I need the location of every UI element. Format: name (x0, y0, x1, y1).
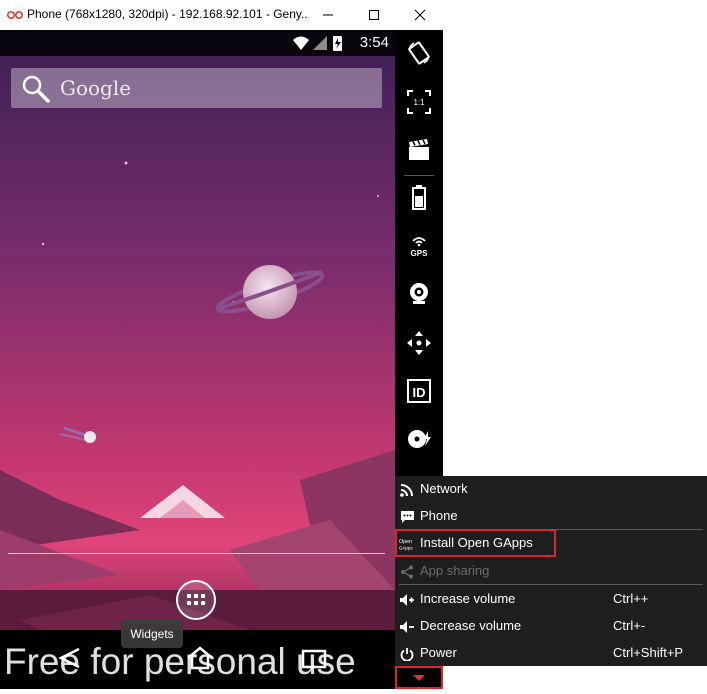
search-icon (22, 75, 50, 103)
collapse-button-highlight (395, 666, 443, 689)
remote-control-icon (407, 331, 431, 355)
pixel-perfect-icon: 1:1 (407, 90, 431, 114)
wifi-icon (399, 482, 415, 498)
search-placeholder: Google (60, 76, 132, 100)
volume-down-icon (399, 619, 415, 635)
identifiers-button[interactable]: ID (395, 371, 443, 411)
menu-item-decrease-volume[interactable]: Decrease volume Ctrl+- (395, 613, 707, 640)
google-search-bar[interactable]: Google (11, 68, 382, 108)
screencast-icon (409, 139, 429, 160)
status-icons (293, 36, 342, 51)
menu-item-power[interactable]: Power Ctrl+Shift+P (395, 640, 707, 667)
minimize-button[interactable] (305, 0, 351, 30)
disk-io-button[interactable] (395, 419, 443, 459)
window-title-bar: Phone (768x1280, 320dpi) - 192.168.92.10… (0, 0, 443, 31)
menu-item-app-sharing: App sharing (395, 558, 707, 585)
menu-label: App sharing (420, 563, 490, 578)
menu-label: Power (420, 645, 457, 660)
app-drawer-button[interactable] (175, 579, 217, 621)
genymotion-logo-icon (6, 10, 24, 20)
battery-icon (412, 185, 426, 210)
minimize-icon (323, 14, 333, 16)
gps-button[interactable]: GPS (395, 226, 443, 266)
menu-shortcut: Ctrl++ (613, 591, 649, 606)
close-button[interactable] (397, 0, 443, 30)
status-time: 3:54 (359, 34, 389, 51)
window-title: Phone (768x1280, 320dpi) - 192.168.92.10… (27, 7, 309, 21)
dock-divider (8, 553, 385, 554)
watermark-text: Free for personal use (4, 641, 356, 682)
menu-shortcut: Ctrl+- (613, 618, 646, 633)
close-icon (414, 9, 426, 21)
phone-sms-icon (399, 509, 415, 525)
volume-up-icon (399, 592, 415, 608)
genymotion-toolbar: 1:1 GPS ID (395, 30, 443, 476)
menu-label: Increase volume (420, 591, 516, 606)
remote-control-button[interactable] (395, 323, 443, 363)
rotate-icon (408, 41, 430, 65)
device-screen[interactable]: 3:54 Google (0, 30, 395, 689)
menu-label: Phone (420, 508, 458, 523)
cell-signal-icon (313, 36, 327, 50)
rotate-button[interactable] (395, 33, 443, 73)
menu-label: Decrease volume (420, 618, 522, 633)
menu-item-increase-volume[interactable]: Increase volume Ctrl++ (395, 586, 707, 613)
camera-icon (410, 283, 428, 304)
install-open-gapps-highlight (395, 529, 556, 557)
power-icon (399, 646, 415, 662)
screencast-button[interactable] (395, 130, 443, 170)
status-bar: 3:54 (0, 30, 395, 56)
menu-divider (399, 584, 703, 585)
more-tools-menu: Network Phone Open GApps Install Open GAp… (395, 476, 707, 666)
camera-button[interactable] (395, 274, 443, 314)
maximize-button[interactable] (351, 0, 397, 30)
wifi-signal-icon (293, 36, 309, 50)
svg-text:GPS: GPS (411, 249, 429, 258)
menu-shortcut: Ctrl+Shift+P (613, 645, 684, 660)
svg-text:1:1: 1:1 (413, 98, 425, 107)
share-icon (399, 564, 415, 580)
menu-label: Network (420, 481, 468, 496)
battery-button[interactable] (395, 177, 443, 217)
menu-item-network[interactable]: Network (395, 476, 707, 503)
disk-io-icon (408, 430, 431, 448)
svg-text:ID: ID (413, 385, 426, 400)
menu-item-phone[interactable]: Phone (395, 503, 707, 530)
pixel-perfect-button[interactable]: 1:1 (395, 82, 443, 122)
identifiers-icon: ID (407, 379, 431, 403)
maximize-icon (369, 10, 379, 20)
gps-icon: GPS (411, 237, 429, 258)
toolbar-divider (404, 175, 434, 176)
